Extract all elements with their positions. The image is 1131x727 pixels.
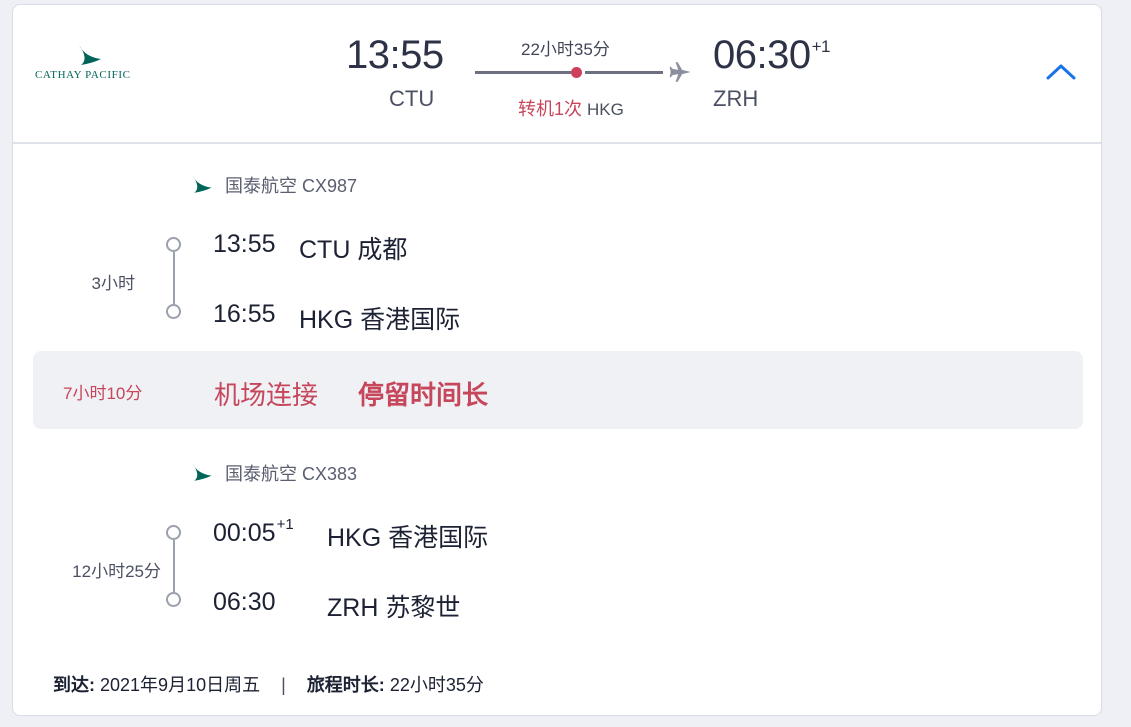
trip-footer: 到达: 2021年9月10日周五 | 旅程时长: 22小时35分	[53, 671, 484, 697]
arrive-label: 到达:	[53, 675, 95, 695]
stop-dot	[571, 67, 582, 78]
total-duration: 22小时35分	[521, 40, 610, 59]
timeline-node	[166, 525, 181, 540]
duration-value: 22小时35分	[389, 675, 484, 695]
layover-duration: 7小时10分	[63, 384, 143, 403]
segment-2-dep-offset: +1	[276, 516, 294, 533]
segment-1-arr-time: 16:55	[213, 300, 276, 328]
segment-2-airline: 国泰航空 CX383	[189, 460, 357, 487]
route-line-right	[585, 71, 663, 74]
flight-card: CATHAY PACIFIC 13:55 CTU 22小时35分 转机1次 HK…	[12, 4, 1102, 716]
cathay-logo-icon: CATHAY PACIFIC	[35, 43, 145, 87]
layover-banner: 7小时10分 机场连接 停留时间长	[33, 351, 1083, 429]
chevron-up-icon[interactable]	[1045, 60, 1077, 87]
segment-1-airline-label: 国泰航空 CX987	[225, 176, 358, 196]
footer-separator: |	[281, 675, 286, 695]
timeline-line	[173, 252, 175, 304]
depart-code: CTU	[389, 86, 435, 111]
arrive-code: ZRH	[713, 86, 759, 111]
arrive-time-block: 06:30+1	[713, 33, 831, 78]
airline-logo-icon	[192, 463, 212, 482]
flight-summary-header[interactable]: CATHAY PACIFIC 13:55 CTU 22小时35分 转机1次 HK…	[13, 5, 1101, 142]
airline-logo-icon	[192, 175, 212, 194]
arrive-day-offset: +1	[811, 37, 831, 56]
segment-1-dep-time: 13:55	[213, 230, 276, 258]
segment-1-airline: 国泰航空 CX987	[189, 172, 357, 199]
header-divider	[13, 142, 1101, 144]
segment-1-arr-place: HKG 香港国际	[299, 306, 461, 334]
segment-2-arr-time: 06:30	[213, 588, 276, 616]
plane-icon	[668, 59, 694, 90]
depart-time: 13:55	[346, 33, 444, 77]
route-line-left	[475, 71, 571, 74]
arrive-time: 06:30	[713, 33, 811, 77]
timeline-node	[166, 237, 181, 252]
transfer-airport: HKG	[587, 100, 624, 119]
segment-2-dep-time-block: 00:05+1	[213, 516, 294, 548]
segment-2-dep-time: 00:05	[213, 519, 276, 547]
arrive-date: 2021年9月10日周五	[100, 675, 261, 695]
timeline-node	[166, 592, 181, 607]
layover-type: 机场连接	[214, 380, 319, 410]
segment-1-dep-place: CTU 成都	[299, 236, 408, 264]
segment-2-duration: 12小时25分	[72, 562, 161, 581]
transfer-count: 转机1次	[518, 99, 583, 119]
segment-1-duration: 3小时	[91, 274, 135, 293]
segment-2-airline-label: 国泰航空 CX383	[225, 464, 358, 484]
segment-2-dep-place: HKG 香港国际	[327, 524, 489, 552]
airline-logo-text: CATHAY PACIFIC	[35, 69, 131, 81]
segment-2-arr-place: ZRH 苏黎世	[327, 594, 461, 622]
duration-label: 旅程时长:	[306, 675, 385, 695]
timeline-node	[166, 304, 181, 319]
layover-warning: 停留时间长	[358, 380, 489, 410]
transfer-info: 转机1次 HKG	[518, 95, 624, 121]
timeline-line	[173, 540, 175, 592]
